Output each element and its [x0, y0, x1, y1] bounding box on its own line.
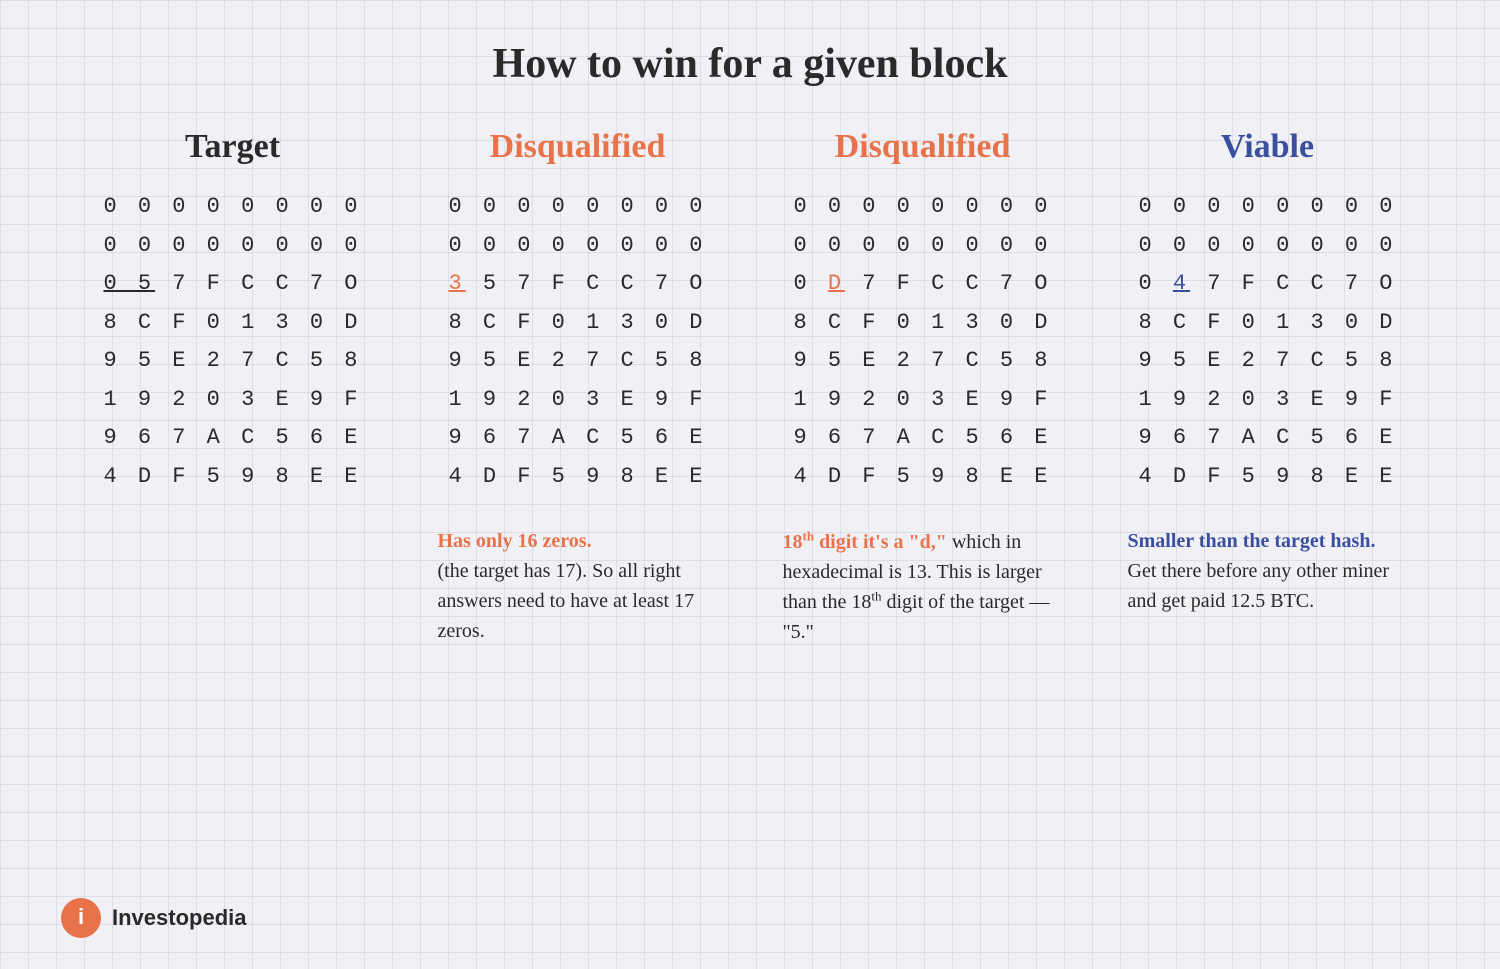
hash-line: 0 0 0 0 0 0 0 0: [103, 188, 361, 227]
hash-line: 8 C F 0 1 3 0 D: [1138, 304, 1396, 343]
hash-line: 0 0 0 0 0 0 0 0: [1138, 188, 1396, 227]
hash-line: 9 5 E 2 7 C 5 8: [793, 342, 1051, 381]
hash-line: 1 9 2 0 3 E 9 F: [793, 381, 1051, 420]
disq1-normal: (the target has 17). So all right answer…: [438, 560, 695, 642]
page-title: How to win for a given block: [493, 40, 1008, 88]
disq1-description: Has only 16 zeros. (the target has 17). …: [428, 526, 728, 646]
disq1-highlight: Has only 16 zeros.: [438, 530, 592, 552]
hash-line-special: 3 5 7 F C C 7 O: [448, 265, 706, 304]
hash-line: 0 0 0 0 0 0 0 0: [103, 227, 361, 266]
target-hash: 0 0 0 0 0 0 0 0 0 0 0 0 0 0 0 0 0 5 7 F …: [103, 188, 361, 496]
hash-line: 0 0 0 0 0 0 0 0: [793, 188, 1051, 227]
hash-line: 9 5 E 2 7 C 5 8: [103, 342, 361, 381]
disq1-hash: 0 0 0 0 0 0 0 0 0 0 0 0 0 0 0 0 3 5 7 F …: [448, 188, 706, 496]
hash-line: 0 0 0 0 0 0 0 0: [448, 227, 706, 266]
hash-line-special: 0 D 7 F C C 7 O: [793, 265, 1051, 304]
hash-line: 8 C F 0 1 3 0 D: [448, 304, 706, 343]
disq2-description: 18th digit it's a "d," which in hexadeci…: [773, 526, 1073, 647]
hash-line: 1 9 2 0 3 E 9 F: [448, 381, 706, 420]
hash-line-special: 0 4 7 F C C 7 O: [1138, 265, 1396, 304]
hash-line: 1 9 2 0 3 E 9 F: [1138, 381, 1396, 420]
investopedia-logo-text: Investopedia: [112, 905, 246, 931]
column-target: Target 0 0 0 0 0 0 0 0 0 0 0 0 0 0 0 0 0…: [60, 128, 405, 647]
investopedia-logo-icon: i: [60, 897, 102, 939]
hash-line: 8 C F 0 1 3 0 D: [103, 304, 361, 343]
column-viable-title: Viable: [1221, 128, 1314, 166]
hash-line: 0 0 0 0 0 0 0 0: [448, 188, 706, 227]
column-viable: Viable 0 0 0 0 0 0 0 0 0 0 0 0 0 0 0 0 0…: [1095, 128, 1440, 647]
hash-line: 9 6 7 A C 5 6 E: [793, 419, 1051, 458]
column-disqualified2-title: Disqualified: [835, 128, 1011, 166]
viable-normal: Get there before any other miner and get…: [1128, 560, 1390, 612]
viable-description: Smaller than the target hash. Get there …: [1118, 526, 1418, 616]
hash-line: 9 6 7 A C 5 6 E: [448, 419, 706, 458]
hash-line: 9 6 7 A C 5 6 E: [103, 419, 361, 458]
hash-line: 4 D F 5 9 8 E E: [1138, 458, 1396, 497]
hash-line: 9 6 7 A C 5 6 E: [1138, 419, 1396, 458]
viable-highlight: Smaller than the target hash.: [1128, 530, 1376, 552]
columns-wrapper: Target 0 0 0 0 0 0 0 0 0 0 0 0 0 0 0 0 0…: [60, 128, 1440, 647]
column-disqualified1-title: Disqualified: [490, 128, 666, 166]
hash-line: 4 D F 5 9 8 E E: [448, 458, 706, 497]
hash-line: 4 D F 5 9 8 E E: [793, 458, 1051, 497]
hash-line-special: 0 5 7 F C C 7 O: [103, 265, 361, 304]
hash-line: 9 5 E 2 7 C 5 8: [1138, 342, 1396, 381]
hash-line: 1 9 2 0 3 E 9 F: [103, 381, 361, 420]
viable-hash: 0 0 0 0 0 0 0 0 0 0 0 0 0 0 0 0 0 4 7 F …: [1138, 188, 1396, 496]
hash-line: 0 0 0 0 0 0 0 0: [793, 227, 1051, 266]
disq2-highlight: 18th digit it's a "d,": [783, 531, 947, 553]
hash-line: 8 C F 0 1 3 0 D: [793, 304, 1051, 343]
column-disqualified2: Disqualified 0 0 0 0 0 0 0 0 0 0 0 0 0 0…: [750, 128, 1095, 647]
hash-line: 0 0 0 0 0 0 0 0: [1138, 227, 1396, 266]
column-target-title: Target: [185, 128, 280, 166]
logo-area: i Investopedia: [60, 897, 246, 939]
disq2-hash: 0 0 0 0 0 0 0 0 0 0 0 0 0 0 0 0 0 D 7 F …: [793, 188, 1051, 496]
hash-line: 4 D F 5 9 8 E E: [103, 458, 361, 497]
hash-line: 9 5 E 2 7 C 5 8: [448, 342, 706, 381]
svg-text:i: i: [78, 904, 84, 929]
column-disqualified1: Disqualified 0 0 0 0 0 0 0 0 0 0 0 0 0 0…: [405, 128, 750, 647]
